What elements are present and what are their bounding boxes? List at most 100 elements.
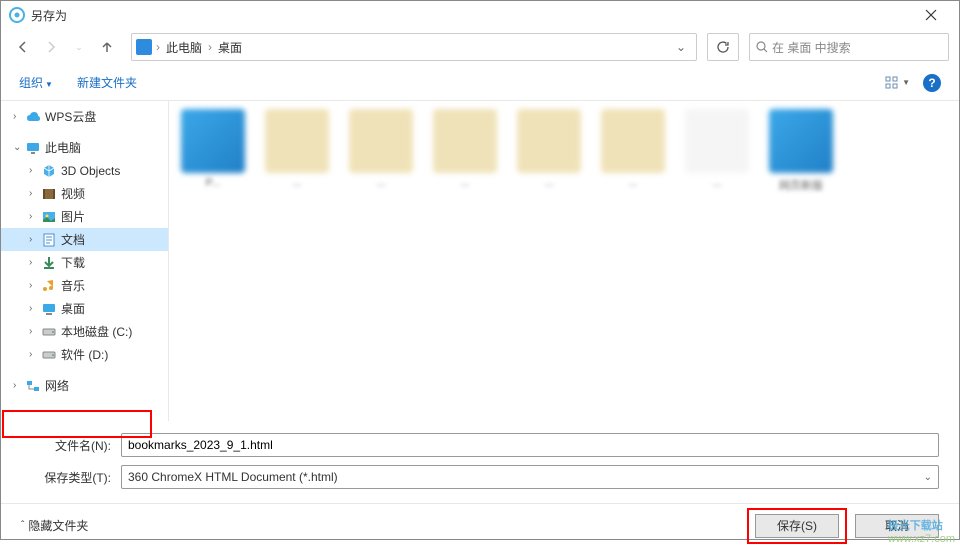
sidebar-item-label: 视频 bbox=[61, 185, 85, 202]
file-label: P... bbox=[178, 177, 248, 189]
file-item[interactable]: ... bbox=[513, 109, 585, 193]
expand-icon[interactable]: › bbox=[13, 111, 25, 122]
close-button[interactable] bbox=[911, 1, 951, 29]
toolbar: 组织▼ 新建文件夹 ▼ ? bbox=[1, 65, 959, 101]
cloud-icon bbox=[25, 109, 41, 125]
file-label: ... bbox=[346, 177, 416, 189]
file-item[interactable]: ... bbox=[681, 109, 753, 193]
back-button[interactable] bbox=[11, 35, 35, 59]
expand-icon[interactable]: › bbox=[29, 211, 41, 222]
help-button[interactable]: ? bbox=[923, 74, 941, 92]
sidebar-item-dl[interactable]: ›下载 bbox=[1, 251, 168, 274]
sidebar-item-video[interactable]: › 视频 bbox=[1, 182, 168, 205]
cancel-button[interactable]: 取消 bbox=[855, 514, 939, 538]
chevron-up-icon: ˆ bbox=[21, 520, 24, 531]
file-thumbnail bbox=[433, 109, 497, 173]
disk-icon bbox=[41, 347, 57, 363]
file-thumbnail bbox=[685, 109, 749, 173]
refresh-button[interactable] bbox=[707, 33, 739, 61]
address-bar[interactable]: › 此电脑 › 桌面 ⌄ bbox=[131, 33, 697, 61]
search-input[interactable]: 在 桌面 中搜索 bbox=[749, 33, 949, 61]
sidebar-item-label: 本地磁盘 (C:) bbox=[61, 323, 132, 340]
sidebar-item-doc[interactable]: ›文档 bbox=[1, 228, 168, 251]
new-folder-button[interactable]: 新建文件夹 bbox=[77, 74, 137, 91]
dl-icon bbox=[41, 255, 57, 271]
sidebar-item-music[interactable]: › 音乐 bbox=[1, 274, 168, 297]
expand-icon[interactable]: › bbox=[29, 257, 41, 268]
sidebar[interactable]: ›WPS云盘⌄此电脑›3D Objects›视频›图片›文档›下载›音乐›桌面›… bbox=[1, 101, 169, 421]
sidebar-item-desk[interactable]: › 桌面 bbox=[1, 297, 168, 320]
expand-icon[interactable]: › bbox=[29, 165, 41, 176]
expand-icon[interactable]: › bbox=[29, 234, 41, 245]
sidebar-item-label: WPS云盘 bbox=[45, 108, 96, 125]
sidebar-item-net[interactable]: ›网络 bbox=[1, 374, 168, 397]
recent-dropdown[interactable]: ⌄ bbox=[67, 35, 91, 59]
file-thumbnail bbox=[349, 109, 413, 173]
file-item[interactable]: ... bbox=[261, 109, 333, 193]
file-thumbnail bbox=[601, 109, 665, 173]
expand-icon[interactable]: ⌄ bbox=[13, 142, 25, 153]
file-list[interactable]: P..................... 网页新版 bbox=[169, 101, 959, 421]
search-placeholder: 在 桌面 中搜索 bbox=[772, 39, 851, 56]
sidebar-item-label: 此电脑 bbox=[45, 139, 81, 156]
body: ›WPS云盘⌄此电脑›3D Objects›视频›图片›文档›下载›音乐›桌面›… bbox=[1, 101, 959, 421]
sidebar-item-disk[interactable]: › 软件 (D:) bbox=[1, 343, 168, 366]
location-icon bbox=[136, 39, 152, 55]
organize-button[interactable]: 组织▼ bbox=[19, 74, 53, 91]
file-thumbnail bbox=[265, 109, 329, 173]
filename-input[interactable] bbox=[121, 433, 939, 457]
breadcrumb[interactable]: 桌面 bbox=[212, 39, 248, 56]
filetype-label: 保存类型(T): bbox=[21, 469, 111, 486]
sidebar-item-label: 音乐 bbox=[61, 277, 85, 294]
sidebar-item-label: 3D Objects bbox=[61, 164, 120, 178]
music-icon bbox=[41, 278, 57, 294]
file-item[interactable]: 网页新版 bbox=[765, 109, 837, 193]
video-icon bbox=[41, 186, 57, 202]
desk-icon bbox=[41, 301, 57, 317]
file-label: ... bbox=[598, 177, 668, 189]
pic-icon bbox=[41, 209, 57, 225]
file-label: ... bbox=[514, 177, 584, 189]
view-mode-button[interactable]: ▼ bbox=[880, 73, 915, 93]
search-icon bbox=[756, 41, 768, 53]
sidebar-item-disk[interactable]: › 本地磁盘 (C:) bbox=[1, 320, 168, 343]
pc-icon bbox=[25, 140, 41, 156]
up-button[interactable] bbox=[95, 35, 119, 59]
app-icon bbox=[9, 7, 25, 23]
expand-icon[interactable]: › bbox=[29, 326, 41, 337]
sidebar-item-pic[interactable]: ›图片 bbox=[1, 205, 168, 228]
hide-folders-button[interactable]: ˆ 隐藏文件夹 bbox=[21, 517, 88, 534]
file-label: 网页新版 bbox=[766, 177, 836, 193]
file-thumbnail bbox=[517, 109, 581, 173]
file-label: ... bbox=[262, 177, 332, 189]
file-label: ... bbox=[682, 177, 752, 189]
window-title: 另存为 bbox=[31, 7, 911, 24]
save-dialog: 另存为 ⌄ › 此电脑 › 桌面 ⌄ 在 桌面 中搜索 组织▼ 新建文件夹 bbox=[0, 0, 960, 540]
file-item[interactable]: ... bbox=[429, 109, 501, 193]
net-icon bbox=[25, 378, 41, 394]
sidebar-item-cloud[interactable]: › WPS云盘 bbox=[1, 105, 168, 128]
expand-icon[interactable]: › bbox=[29, 303, 41, 314]
sidebar-item-3d[interactable]: › 3D Objects bbox=[1, 159, 168, 182]
disk-icon bbox=[41, 324, 57, 340]
filetype-select[interactable]: 360 ChromeX HTML Document (*.html) ⌄ bbox=[121, 465, 939, 489]
expand-icon[interactable]: › bbox=[29, 280, 41, 291]
expand-icon[interactable]: › bbox=[29, 349, 41, 360]
highlight-overlay: 保存(S) bbox=[747, 508, 847, 544]
3d-icon bbox=[41, 163, 57, 179]
sidebar-item-label: 软件 (D:) bbox=[61, 346, 108, 363]
expand-icon[interactable]: › bbox=[13, 380, 25, 391]
save-button[interactable]: 保存(S) bbox=[755, 514, 839, 538]
expand-icon[interactable]: › bbox=[29, 188, 41, 199]
doc-icon bbox=[41, 232, 57, 248]
forward-button[interactable] bbox=[39, 35, 63, 59]
file-item[interactable]: ... bbox=[345, 109, 417, 193]
footer: ˆ 隐藏文件夹 保存(S) 取消 极光下载站 www.xz7.com bbox=[1, 503, 959, 547]
chevron-down-icon: ⌄ bbox=[924, 472, 932, 483]
sidebar-item-label: 桌面 bbox=[61, 300, 85, 317]
breadcrumb[interactable]: 此电脑 bbox=[160, 39, 208, 56]
file-item[interactable]: ... bbox=[597, 109, 669, 193]
sidebar-item-pc[interactable]: ⌄ 此电脑 bbox=[1, 136, 168, 159]
address-dropdown[interactable]: ⌄ bbox=[670, 40, 692, 54]
file-item[interactable]: P... bbox=[177, 109, 249, 193]
